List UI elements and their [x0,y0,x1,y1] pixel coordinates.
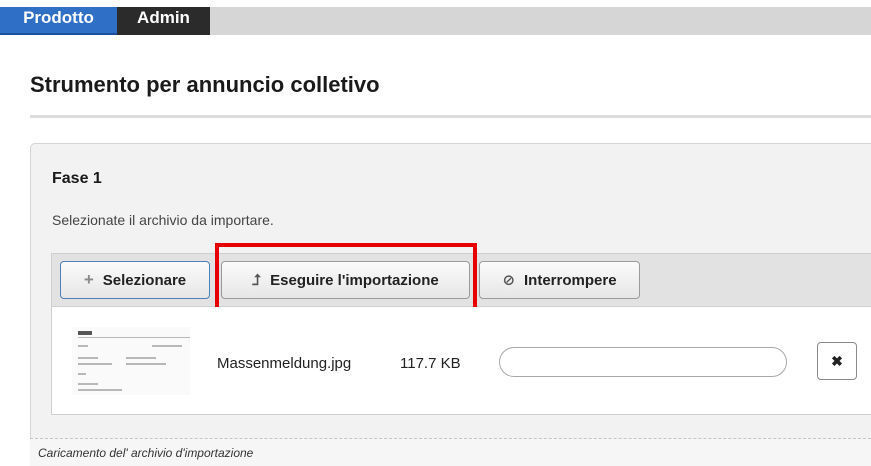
title-divider [30,115,871,118]
upload-progress-bar [499,347,787,377]
top-tab-bar: Prodotto Admin [0,7,871,35]
file-size: 117.7 KB [400,355,461,372]
thumb-line [126,357,156,359]
start-import-button[interactable]: ⮥ Eseguire l'importazione [221,261,470,299]
close-icon: ✖ [831,352,843,369]
step-title: Fase 1 [52,170,102,187]
thumb-line [78,373,86,375]
tab-prodotto[interactable]: Prodotto [0,7,117,35]
thumb-line [126,363,166,365]
thumb-line [78,357,98,359]
step-description: Selezionate il archivio da importare. [52,212,274,228]
thumb-line [78,337,190,338]
thumb-line [78,383,98,385]
thumb-line [78,389,122,391]
plus-icon: + [83,270,94,289]
start-import-label: Eseguire l'importazione [270,271,439,289]
remove-file-button[interactable]: ✖ [817,342,857,380]
file-thumbnail [72,327,190,395]
page-title: Strumento per annuncio colletivo [30,72,380,97]
cancel-circle-icon: ⊘ [502,272,516,289]
tab-admin[interactable]: Admin [117,7,210,35]
cancel-upload-button[interactable]: ⊘ Interrompere [479,261,640,299]
file-name: Massenmeldung.jpg [217,355,352,372]
thumb-line [152,345,182,347]
cancel-upload-label: Interrompere [524,271,617,289]
thumb-logo [78,331,92,335]
thumb-line [78,363,112,365]
select-file-label: Selezionare [102,271,187,289]
upload-arrow-icon: ⮥ [252,271,262,289]
status-text: Caricamento del' archivio d'importazione [38,446,254,460]
select-file-button[interactable]: + Selezionare [60,261,210,299]
thumb-line [78,345,88,347]
